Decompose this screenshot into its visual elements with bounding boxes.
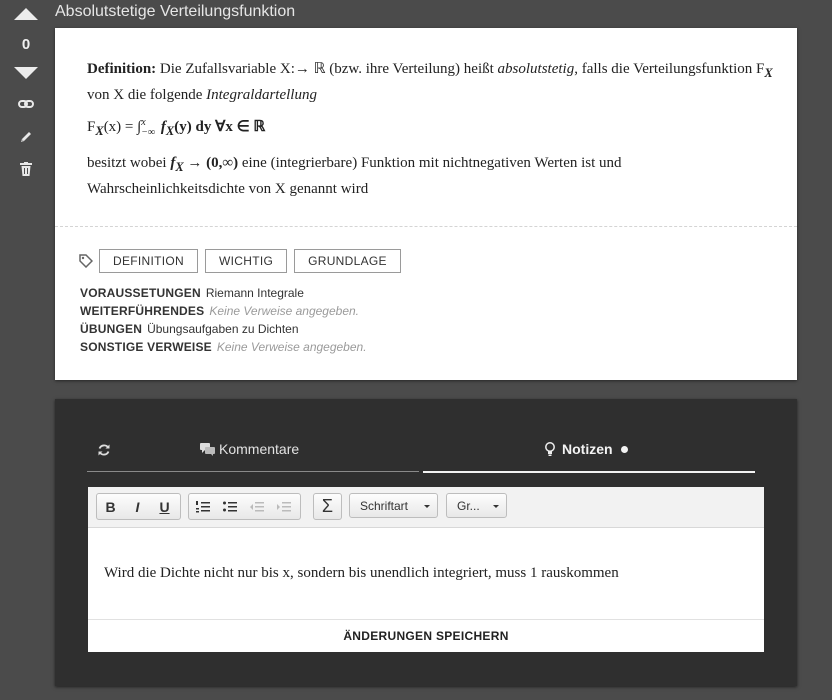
trash-icon <box>20 162 32 176</box>
tab-comments-label: Kommentare <box>219 441 300 457</box>
meta-row-voraussetungen: VORAUSSETUNGEN Riemann Integrale <box>80 286 304 300</box>
definition-text: Definition: Die Zufallsvariable X:→ ℝ (b… <box>87 61 773 103</box>
formula-button[interactable]: Σ <box>314 494 341 519</box>
tab-notes[interactable]: Notizen <box>423 431 755 473</box>
font-family-select[interactable]: Schriftart <box>349 493 438 518</box>
notes-editor: B I U Σ Schriftart Gr... Wird die Dichte… <box>88 487 764 652</box>
editor-toolbar: B I U Σ Schriftart Gr... <box>88 487 764 528</box>
sigma-icon: Σ <box>321 496 334 516</box>
arrow-down-icon <box>14 67 38 79</box>
outdent-button[interactable] <box>243 494 270 519</box>
editor-content[interactable]: Wird die Dichte nicht nur bis x, sondern… <box>104 565 619 582</box>
link-icon <box>18 100 34 108</box>
meta-value[interactable]: Übungsaufgaben zu Dichten <box>147 322 298 336</box>
pencil-icon <box>21 132 31 142</box>
bullet-list-icon <box>222 501 237 511</box>
unsaved-indicator <box>620 445 628 453</box>
meta-row-sonstige: SONSTIGE VERWEISE Keine Verweise angegebe… <box>80 340 367 354</box>
formula-group: Σ <box>313 493 342 520</box>
edit-button[interactable] <box>0 129 52 145</box>
meta-value[interactable]: Riemann Integrale <box>206 286 304 300</box>
link-button[interactable] <box>0 96 52 112</box>
tab-comments[interactable]: Kommentare <box>87 431 419 472</box>
delete-button[interactable] <box>0 161 52 177</box>
divider <box>55 226 797 227</box>
font-size-select[interactable]: Gr... <box>446 493 507 518</box>
lightbulb-icon <box>545 442 555 456</box>
ordered-list-icon <box>195 500 210 512</box>
density-text: besitzt wobei fX → (0,∞) eine (integrier… <box>87 155 622 197</box>
caret-down-icon <box>493 505 499 508</box>
tab-bar: Kommentare Notizen <box>87 431 755 473</box>
integral-formula: FX(x) = ∫ x −∞ fX(y) dy ∀x ∈ ℝ <box>87 116 266 138</box>
comments-icon <box>200 442 215 456</box>
indent-icon <box>276 501 291 511</box>
definition-card: Definition: Die Zufallsvariable X:→ ℝ (b… <box>55 28 797 380</box>
tab-notes-label: Notizen <box>562 441 613 457</box>
underline-button[interactable]: U <box>151 494 178 519</box>
tag-grundlage[interactable]: GRUNDLAGE <box>294 249 401 273</box>
tag-icon <box>79 254 93 268</box>
meta-value: Keine Verweise angegeben. <box>209 304 360 318</box>
format-group: B I U <box>96 493 181 520</box>
meta-value: Keine Verweise angegeben. <box>216 340 367 354</box>
vote-score: 0 <box>21 36 31 53</box>
downvote-button[interactable] <box>0 66 52 80</box>
list-group <box>188 493 301 520</box>
card-content: Definition: Die Zufallsvariable X:→ ℝ (b… <box>87 58 777 200</box>
bullet-list-button[interactable] <box>216 494 243 519</box>
upvote-button[interactable] <box>0 6 52 22</box>
meta-row-uebungen: ÜBUNGEN Übungsaufgaben zu Dichten <box>80 322 299 336</box>
outdent-icon <box>249 501 264 511</box>
card-title: Absolutstetige Verteilungsfunktion <box>55 3 296 20</box>
italic-button[interactable]: I <box>124 494 151 519</box>
reference-list: VORAUSSETUNGEN Riemann Integrale WEITERFÜ… <box>80 284 367 356</box>
arrow-up-icon <box>14 8 38 20</box>
vote-column: 0 <box>0 0 52 700</box>
save-changes-button[interactable]: ÄNDERUNGEN SPEICHERN <box>88 619 764 652</box>
notes-panel: Kommentare Notizen B I U Σ Schriftart Gr… <box>55 399 797 686</box>
bold-button[interactable]: B <box>97 494 124 519</box>
caret-down-icon <box>424 505 430 508</box>
indent-button[interactable] <box>270 494 297 519</box>
meta-row-weiterfuehrendes: WEITERFÜHRENDES Keine Verweise angegeben. <box>80 304 360 318</box>
tag-wichtig[interactable]: WICHTIG <box>205 249 288 273</box>
refresh-icon[interactable] <box>97 443 111 457</box>
tag-definition[interactable]: DEFINITION <box>99 249 198 273</box>
ordered-list-button[interactable] <box>189 494 216 519</box>
tag-list: DEFINITION WICHTIG GRUNDLAGE <box>79 249 408 273</box>
